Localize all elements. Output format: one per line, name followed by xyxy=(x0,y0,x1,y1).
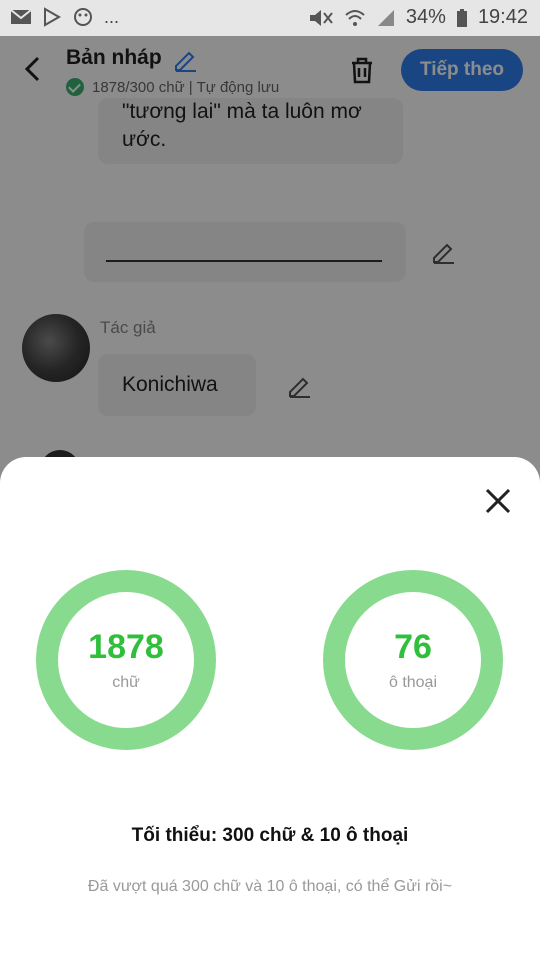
clock: 19:42 xyxy=(477,6,528,28)
close-icon[interactable] xyxy=(484,487,512,515)
dialogue-count-ring: 76 ô thoại xyxy=(323,570,503,750)
dialogue-count-value: 76 xyxy=(394,628,432,666)
mail-icon xyxy=(10,9,32,24)
status-bar: ... 34% 19:42 xyxy=(0,0,540,36)
minimum-requirement: Tối thiểu: 300 chữ & 10 ô thoại xyxy=(131,825,409,846)
requirement-note: Đã vượt quá 300 chữ và 10 ô thoại, có th… xyxy=(87,878,453,895)
app-icon xyxy=(74,8,92,26)
wifi-icon xyxy=(345,9,365,26)
dialogue-count-unit: ô thoại xyxy=(388,674,438,691)
word-count-value: 1878 xyxy=(88,628,164,666)
stats-sheet: 1878 chữ 76 ô thoại Tối thiểu: 300 chữ &… xyxy=(0,457,540,960)
word-count-ring: 1878 chữ xyxy=(36,570,216,750)
battery-percent: 34% xyxy=(405,6,446,28)
play-store-icon xyxy=(44,7,62,27)
mute-icon xyxy=(309,9,333,26)
dim-overlay[interactable] xyxy=(0,36,540,496)
more-notifications: ... xyxy=(104,6,120,27)
signal-icon xyxy=(377,9,394,26)
word-count-unit: chữ xyxy=(112,674,140,691)
battery-icon xyxy=(456,8,467,27)
